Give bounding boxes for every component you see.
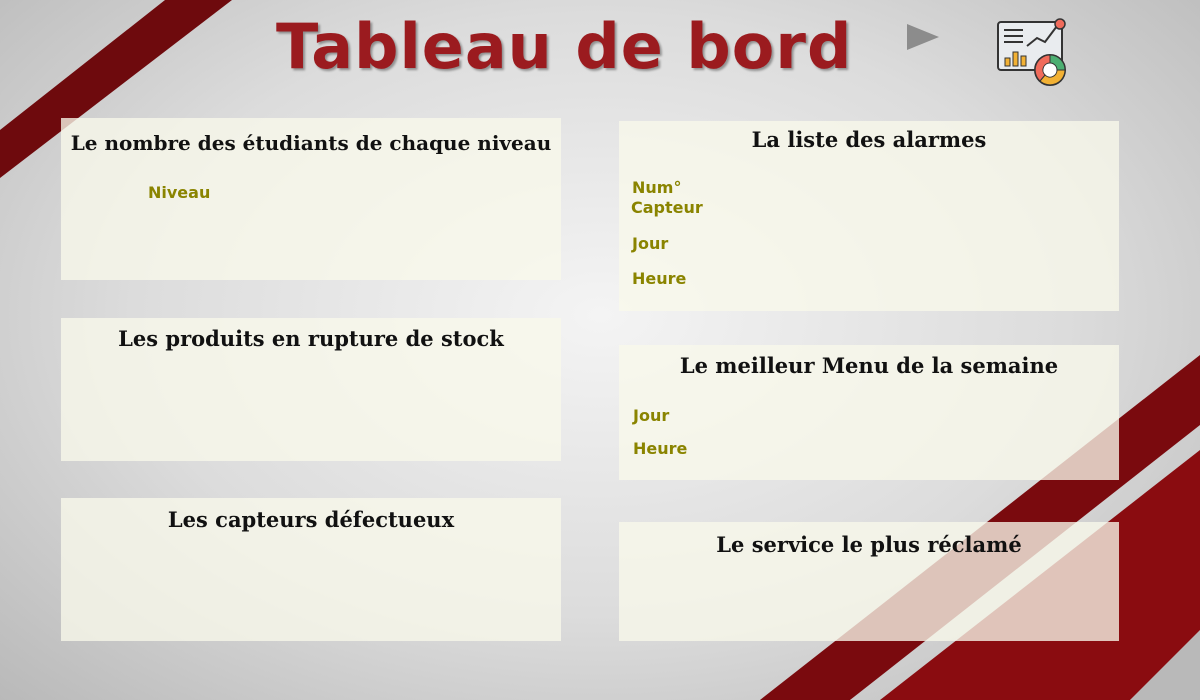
- card-liste-alarmes: La liste des alarmes Num° Capteur Jour H…: [619, 121, 1119, 311]
- card-service-plus-reclame: Le service le plus réclamé: [619, 522, 1119, 641]
- page-title: Tableau de bord: [276, 10, 853, 83]
- label-heure: Heure: [632, 269, 687, 288]
- card-title: Le nombre des étudiants de chaque niveau: [70, 131, 552, 155]
- label-niveau: Niveau: [148, 183, 211, 202]
- dashboard-icon: [997, 18, 1066, 86]
- card-produits-rupture-stock: Les produits en rupture de stock: [61, 318, 561, 461]
- card-meilleur-menu-semaine: Le meilleur Menu de la semaine Jour Heur…: [619, 345, 1119, 480]
- label-jour: Jour: [632, 234, 669, 253]
- label-heure: Heure: [633, 439, 688, 458]
- card-capteurs-defectueux: Les capteurs défectueux: [61, 498, 561, 641]
- card-etudiants-par-niveau: Le nombre des étudiants de chaque niveau…: [61, 118, 561, 280]
- label-num: Num°: [632, 178, 682, 197]
- card-title: La liste des alarmes: [751, 127, 987, 152]
- label-capteur: Capteur: [631, 198, 703, 217]
- card-title: Les produits en rupture de stock: [118, 326, 504, 351]
- card-title: Le meilleur Menu de la semaine: [679, 353, 1059, 378]
- bottom-right-corner: [1130, 630, 1200, 700]
- card-title: Le service le plus réclamé: [716, 532, 1022, 557]
- card-title: Les capteurs défectueux: [167, 507, 455, 532]
- label-jour: Jour: [633, 406, 670, 425]
- play-icon[interactable]: [905, 22, 941, 52]
